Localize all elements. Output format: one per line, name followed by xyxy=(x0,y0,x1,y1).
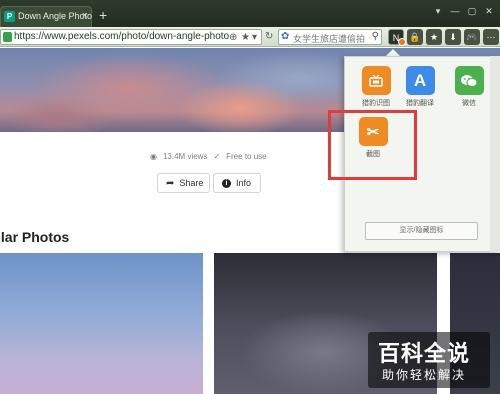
search-input[interactable]: 女学生旅店遭偷拍 xyxy=(293,32,368,45)
tab-bar: P Down Angle Photo × + ▾ — ▢ ✕ xyxy=(0,0,500,27)
toolbar: https://www.pexels.com/photo/down-angle-… xyxy=(0,27,500,47)
url-text[interactable]: https://www.pexels.com/photo/down-angle-… xyxy=(14,31,229,42)
license-text: Free to use xyxy=(226,152,267,161)
watermark-slogan: 助你轻松解决 xyxy=(382,368,467,382)
app-image-search[interactable]: 猎豹识图 xyxy=(354,66,398,108)
extension-game-icon[interactable]: 🎮 xyxy=(464,29,480,45)
pexels-favicon-icon: P xyxy=(4,11,15,22)
close-window-button[interactable]: ✕ xyxy=(482,5,496,17)
similar-photo-sky[interactable] xyxy=(0,253,203,394)
reload-icon[interactable]: ↻ xyxy=(265,30,273,43)
extension-lock-icon[interactable]: 🔒 xyxy=(407,29,423,45)
window-controls: ▾ — ▢ ✕ xyxy=(431,5,496,19)
secure-lock-icon xyxy=(3,32,12,42)
similar-photos-heading: ilar Photos xyxy=(0,229,70,245)
popup-scrollbar[interactable] xyxy=(490,56,500,252)
toggle-icons-button[interactable]: 显示/隐藏图标 xyxy=(365,222,478,240)
browser-tab[interactable]: P Down Angle Photo × xyxy=(0,6,92,27)
views-count: 13.4M views xyxy=(162,152,208,161)
menu-chevron-icon[interactable]: ▾ xyxy=(431,5,445,17)
extension-more-icon[interactable]: ⋯ xyxy=(483,29,499,45)
maximize-button[interactable]: ▢ xyxy=(465,5,479,17)
highlight-box xyxy=(328,110,417,180)
info-button[interactable]: i Info xyxy=(213,173,261,193)
app-translate[interactable]: A 猎豹翻译 xyxy=(398,66,442,108)
app-label: 猎豹翻译 xyxy=(406,100,434,107)
share-arrow-icon: ➦ xyxy=(166,177,175,189)
info-label: Info xyxy=(236,178,252,188)
extension-apps-button[interactable]: N xyxy=(388,29,406,46)
compat-mode-icon[interactable]: ⊕ xyxy=(229,31,237,44)
search-box[interactable]: ✿ 女学生旅店遭偷拍 ⚲ xyxy=(278,29,382,45)
app-label: 微信 xyxy=(462,100,476,107)
dropdown-arrow-icon[interactable]: ▾ xyxy=(252,31,257,44)
eye-icon: ◉ xyxy=(150,152,157,161)
new-tab-button[interactable]: + xyxy=(99,8,107,22)
app-wechat[interactable]: 微信 xyxy=(447,66,491,108)
translate-icon: A xyxy=(405,66,435,95)
tv-icon xyxy=(361,66,391,95)
share-label: Share xyxy=(179,178,204,188)
extension-star-icon[interactable]: ★ xyxy=(426,29,442,45)
search-engine-icon[interactable]: ✿ xyxy=(281,31,289,42)
share-button[interactable]: ➦ Share xyxy=(157,173,210,193)
search-icon[interactable]: ⚲ xyxy=(372,31,379,42)
watermark-title: 百科全说 xyxy=(378,341,471,366)
notification-badge xyxy=(398,38,406,46)
check-circle-icon: ✓ xyxy=(213,152,221,161)
bookmark-star-icon[interactable]: ★ xyxy=(241,31,250,44)
minimize-button[interactable]: — xyxy=(448,5,462,17)
popup-arrow xyxy=(386,49,400,56)
wechat-icon xyxy=(454,66,484,95)
photo-stats: ◉ 13.4M views ✓ Free to use xyxy=(150,152,267,161)
info-icon: i xyxy=(222,178,231,188)
watermark-logo: 百科全说 助你轻松解决 xyxy=(368,332,490,388)
address-bar[interactable]: https://www.pexels.com/photo/down-angle-… xyxy=(0,29,262,45)
app-label: 猎豹识图 xyxy=(362,100,390,107)
extension-download-icon[interactable]: ⬇ xyxy=(445,29,461,45)
tab-close-icon[interactable]: × xyxy=(82,10,88,22)
